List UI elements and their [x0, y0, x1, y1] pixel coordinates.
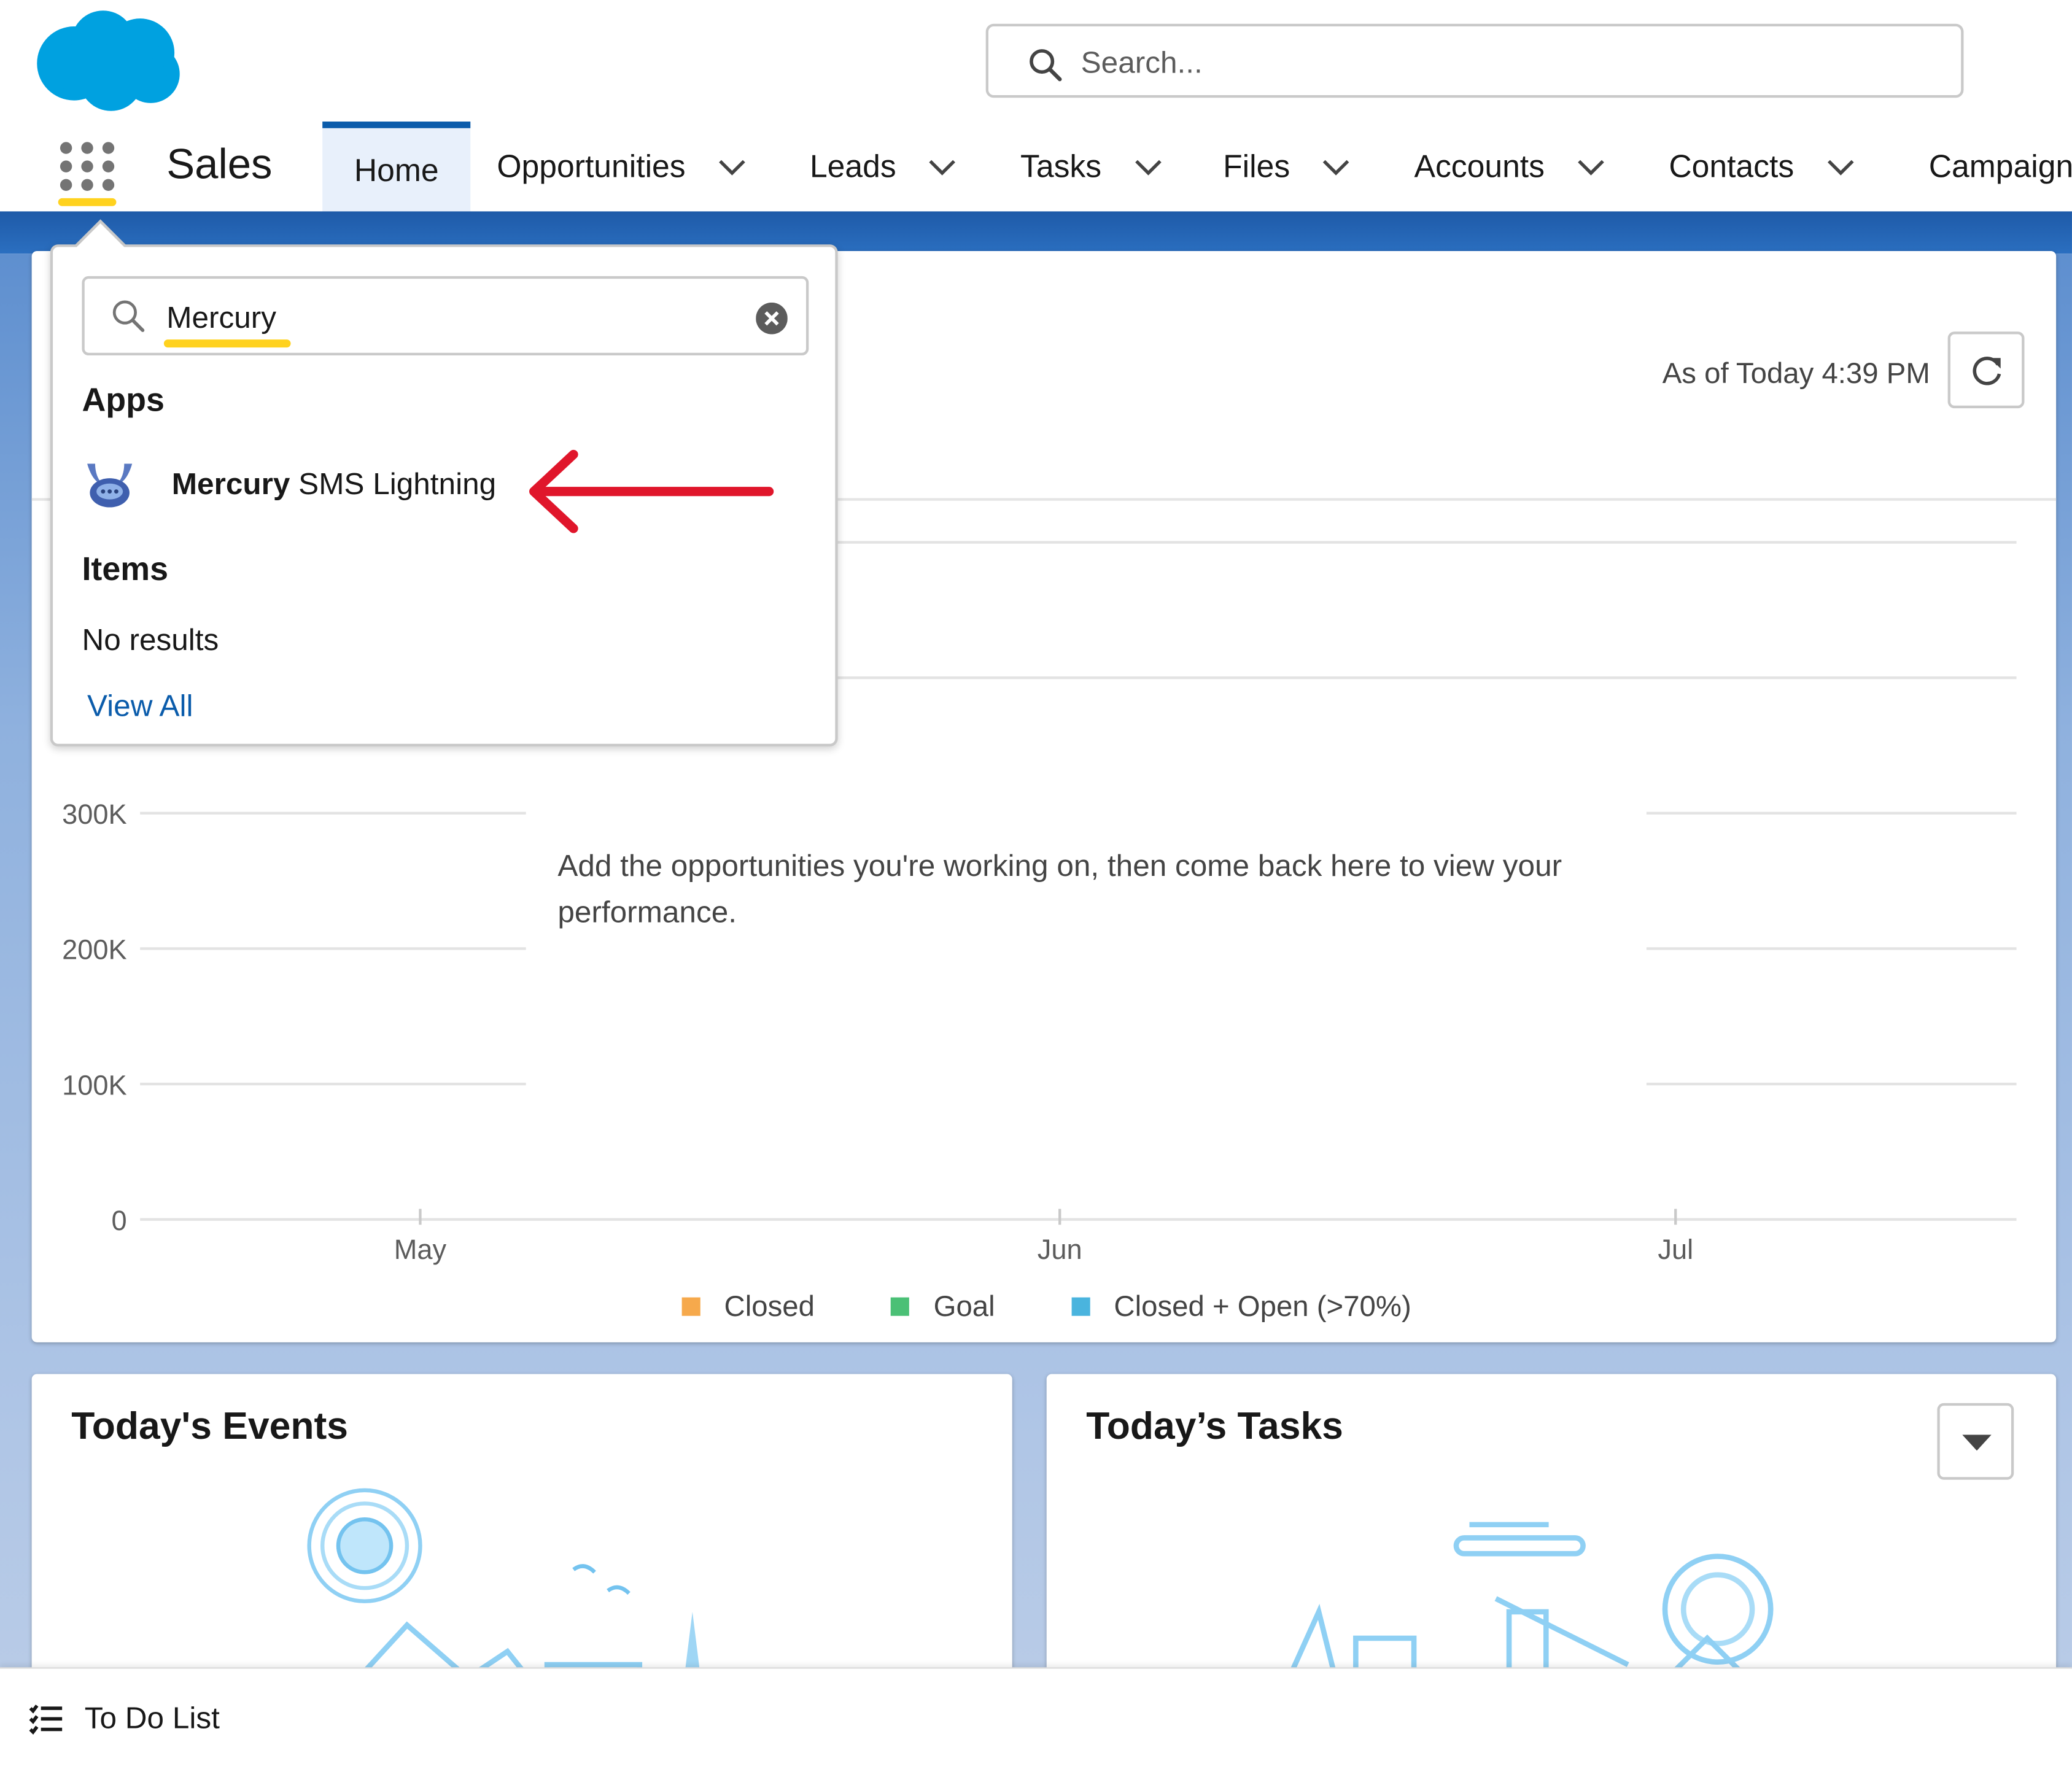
- events-title: Today's Events: [71, 1406, 349, 1449]
- legend-item-closed: Closed: [681, 1289, 815, 1324]
- nav-tab-files[interactable]: Files: [1223, 122, 1351, 214]
- empty-chart-message: Add the opportunities you're working on,…: [557, 848, 1562, 929]
- global-search-input[interactable]: [1078, 37, 1930, 88]
- todays-events-card: Today's Events: [31, 1374, 1012, 1718]
- chart-legend: Closed Goal Closed + Open (>70%): [681, 1289, 1488, 1324]
- tasks-filter-dropdown[interactable]: [1937, 1403, 2014, 1480]
- app-result-label: Mercury SMS Lightning: [172, 466, 496, 501]
- search-icon: [1030, 49, 1062, 82]
- app-launcher-search-box[interactable]: [82, 276, 809, 355]
- salesforce-logo[interactable]: [34, 8, 182, 114]
- todays-tasks-card: Today’s Tasks: [1046, 1374, 2057, 1718]
- tasks-title: Today’s Tasks: [1086, 1406, 1343, 1449]
- nav-tab-opportunities[interactable]: Opportunities: [497, 122, 746, 214]
- nav-tab-accounts[interactable]: Accounts: [1414, 122, 1605, 214]
- nav-tab-label: Campaigns: [1928, 149, 2072, 185]
- legend-label: Goal: [933, 1289, 995, 1323]
- nav-tab-label: Contacts: [1669, 149, 1795, 185]
- mercury-app-icon: [87, 463, 133, 508]
- chevron-down-icon[interactable]: [928, 158, 956, 177]
- nav-tab-campaigns[interactable]: Campaigns: [1929, 122, 2072, 214]
- nav-tab-home[interactable]: Home: [322, 122, 471, 214]
- caret-down-icon: [1962, 1434, 1992, 1451]
- app-result-rest: SMS Lightning: [290, 465, 497, 500]
- nav-tab-contacts[interactable]: Contacts: [1669, 122, 1855, 214]
- chevron-down-icon[interactable]: [1826, 158, 1855, 177]
- search-term-highlight: [163, 339, 291, 348]
- refresh-button[interactable]: [1947, 331, 2025, 409]
- legend-swatch: [681, 1297, 700, 1316]
- app-result-match: Mercury: [171, 465, 290, 500]
- clear-search-icon[interactable]: [756, 302, 788, 335]
- as-of-timestamp: As of Today 4:39 PM: [1662, 357, 1930, 390]
- search-icon: [112, 300, 145, 332]
- global-search-box[interactable]: [985, 23, 1964, 98]
- nav-tab-label: Opportunities: [497, 149, 686, 185]
- chevron-down-icon[interactable]: [1577, 158, 1605, 177]
- chevron-down-icon[interactable]: [717, 158, 746, 177]
- items-no-results: No results: [82, 622, 219, 657]
- app-name: Sales: [166, 140, 273, 188]
- nav-tab-leads[interactable]: Leads: [810, 122, 957, 214]
- nav-tab-label: Home: [354, 152, 439, 188]
- nav-tab-label: Leads: [809, 149, 896, 185]
- nav-tab-tasks[interactable]: Tasks: [1020, 122, 1162, 214]
- legend-swatch: [891, 1297, 910, 1316]
- chevron-down-icon[interactable]: [1133, 158, 1162, 177]
- nav-tab-label: Files: [1223, 149, 1290, 185]
- annotation-arrow-icon: [529, 449, 774, 533]
- legend-item-closed-open: Closed + Open (>70%): [1071, 1289, 1411, 1324]
- utility-bar: To Do List: [0, 1667, 2072, 1769]
- chevron-down-icon[interactable]: [1322, 158, 1351, 177]
- apps-heading: Apps: [82, 382, 165, 419]
- todo-list-label: To Do List: [84, 1700, 220, 1735]
- legend-swatch: [1071, 1297, 1090, 1316]
- global-header: Sales Home Opportunities Leads Tasks Fil…: [0, 0, 2072, 214]
- waffle-icon: [60, 142, 115, 192]
- legend-label: Closed: [724, 1289, 815, 1323]
- checklist-icon: [29, 1703, 63, 1734]
- view-all-link[interactable]: View All: [87, 688, 193, 724]
- todo-list-button[interactable]: To Do List: [29, 1700, 220, 1736]
- items-heading: Items: [82, 551, 169, 588]
- launcher-highlight: [58, 198, 117, 206]
- app-result-mercury-sms[interactable]: Mercury SMS Lightning: [82, 451, 557, 517]
- legend-item-goal: Goal: [891, 1290, 995, 1324]
- refresh-icon: [1973, 357, 2001, 385]
- nav-tab-label: Tasks: [1020, 149, 1102, 185]
- app-launcher-search-input[interactable]: [163, 294, 724, 340]
- popover-arrow-fill: [74, 223, 127, 250]
- legend-label: Closed + Open (>70%): [1114, 1289, 1411, 1323]
- app-launcher-button[interactable]: [53, 137, 122, 212]
- page: Sales Home Opportunities Leads Tasks Fil…: [0, 0, 2072, 1769]
- nav-bar: Home Opportunities Leads Tasks Files Acc…: [322, 122, 2072, 214]
- nav-tab-label: Accounts: [1414, 149, 1545, 185]
